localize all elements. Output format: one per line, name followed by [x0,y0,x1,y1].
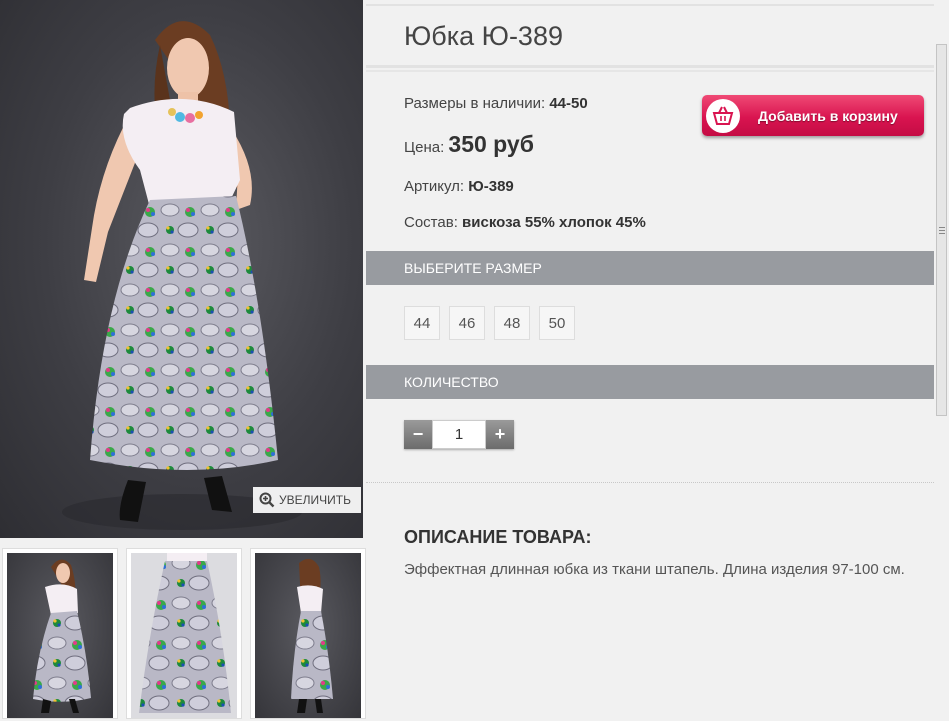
sizes-available-value: 44-50 [549,95,588,112]
title-bar: Юбка Ю-389 [366,4,934,68]
size-option-46[interactable]: 46 [449,306,485,340]
quantity-decrease-button[interactable]: − [404,420,432,449]
size-section-header: ВЫБЕРИТЕ РАЗМЕР [366,251,934,285]
product-title: Юбка Ю-389 [404,21,563,51]
quantity-increase-button[interactable]: + [486,420,514,449]
section-divider [366,482,934,483]
quantity-input[interactable] [432,420,486,449]
add-to-cart-button[interactable]: Добавить в корзину [702,95,924,136]
thumbnail-front-image [33,559,91,713]
product-main-photo[interactable]: УВЕЛИЧИТЬ [0,0,363,538]
price-value: 350 руб [448,131,534,157]
size-option-48[interactable]: 48 [494,306,530,340]
price-label: Цена: [404,139,445,156]
description-text: Эффектная длинная юбка из ткани штапель.… [404,561,905,578]
add-to-cart-label: Добавить в корзину [758,107,898,124]
model-photo [62,21,302,530]
quantity-stepper: − + [404,420,514,449]
thumbnail-back-image [291,558,333,713]
thumbnail-back[interactable] [250,548,366,719]
article: Артикул: Ю-389 [404,178,514,195]
thumbnail-skirt[interactable] [126,548,242,719]
size-option-44[interactable]: 44 [404,306,440,340]
composition-value: вискоза 55% хлопок 45% [462,214,646,231]
thumbnail-skirt-image [139,553,231,713]
price: Цена: 350 руб [404,131,534,158]
article-value: Ю-389 [468,178,514,195]
article-label: Артикул: [404,178,465,195]
scrollbar-grip-icon [939,227,945,236]
sizes-available: Размеры в наличии: 44-50 [404,95,588,112]
zoom-button[interactable]: УВЕЛИЧИТЬ [253,487,361,513]
quantity-section-header: КОЛИЧЕСТВО [366,365,934,399]
sizes-available-label: Размеры в наличии: [404,95,546,112]
size-option-50[interactable]: 50 [539,306,575,340]
thumbnail-strip [0,548,366,721]
vertical-scrollbar[interactable] [936,44,947,416]
thumbnail-front[interactable] [2,548,118,719]
title-divider [366,70,934,72]
product-info-panel: Юбка Ю-389 Размеры в наличии: 44-50 Цена… [366,0,934,721]
basket-icon [706,98,740,133]
zoom-in-icon [259,492,275,508]
description-title: ОПИСАНИЕ ТОВАРА: [404,527,592,547]
zoom-label: УВЕЛИЧИТЬ [279,493,351,507]
composition-label: Состав: [404,214,458,231]
composition: Состав: вискоза 55% хлопок 45% [404,214,646,231]
